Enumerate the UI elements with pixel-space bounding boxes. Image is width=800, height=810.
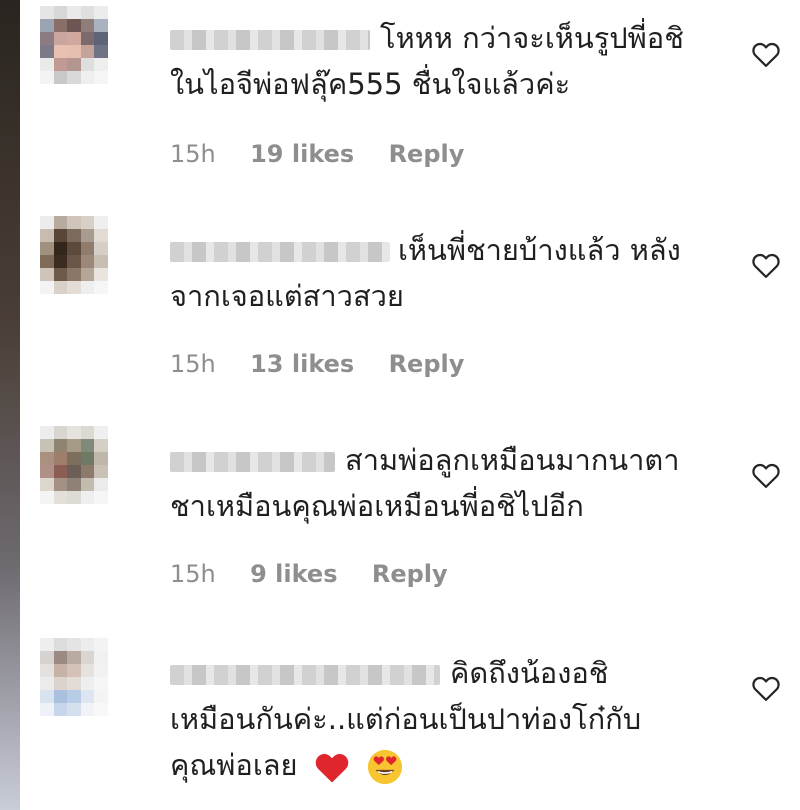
heart-outline-icon[interactable] <box>751 251 781 279</box>
likes-count[interactable]: 9 likes <box>250 560 337 588</box>
comment-time: 15h <box>170 350 216 378</box>
comment-meta: 15h 19 likes Reply <box>170 140 490 168</box>
username-blurred[interactable] <box>170 30 370 50</box>
comment-text-line-1: สามพ่อลูกเหมือนมากนาตา <box>345 443 680 477</box>
username-blurred[interactable] <box>170 665 440 685</box>
reply-button[interactable]: Reply <box>372 560 448 588</box>
comment-text-line-3-text: คุณพ่อเลย <box>170 748 298 782</box>
likes-count[interactable]: 13 likes <box>250 350 354 378</box>
username-blurred[interactable] <box>170 242 390 262</box>
comment-text-line-2: ชาเหมือนคุณพ่อเหมือนพี่อชิไปอีก <box>170 489 584 523</box>
avatar[interactable] <box>40 216 108 294</box>
comment-text-line-2: จากเจอแต่สาวสวย <box>170 279 404 313</box>
comment-text-line-1: เห็นพี่ชายบ้างแล้ว หลัง <box>398 233 681 267</box>
reply-button[interactable]: Reply <box>389 350 465 378</box>
background-photo-edge <box>0 0 20 810</box>
heart-eyes-emoji-icon <box>367 749 403 785</box>
heart-outline-icon[interactable] <box>751 674 781 702</box>
heart-outline-icon[interactable] <box>751 40 781 68</box>
comment-time: 15h <box>170 140 216 168</box>
avatar[interactable] <box>40 6 108 84</box>
comment-text-line-2: ในไอจีพ่อฟลุ๊ค555 ชื่นใจแล้วค่ะ <box>170 67 571 101</box>
comment-meta: 15h 13 likes Reply <box>170 350 490 378</box>
comment-text-line-1: คิดถึงน้องอชิ <box>450 656 609 690</box>
comment-text-line-3: คุณพ่อเลย <box>170 743 404 787</box>
avatar[interactable] <box>40 638 108 716</box>
red-heart-emoji-icon <box>315 753 349 783</box>
avatar[interactable] <box>40 426 108 504</box>
comment-text-line-1: โหหห กว่าจะเห็นรูปพี่อชิ <box>380 21 684 55</box>
comment-meta: 15h 9 likes Reply <box>170 560 474 588</box>
likes-count[interactable]: 19 likes <box>250 140 354 168</box>
heart-outline-icon[interactable] <box>751 461 781 489</box>
username-blurred[interactable] <box>170 452 335 472</box>
reply-button[interactable]: Reply <box>389 140 465 168</box>
comment-text-line-2: เหมือนกันค่ะ..แต่ก่อนเป็นปาท่องโก๋กับ <box>170 702 642 736</box>
comment-time: 15h <box>170 560 216 588</box>
